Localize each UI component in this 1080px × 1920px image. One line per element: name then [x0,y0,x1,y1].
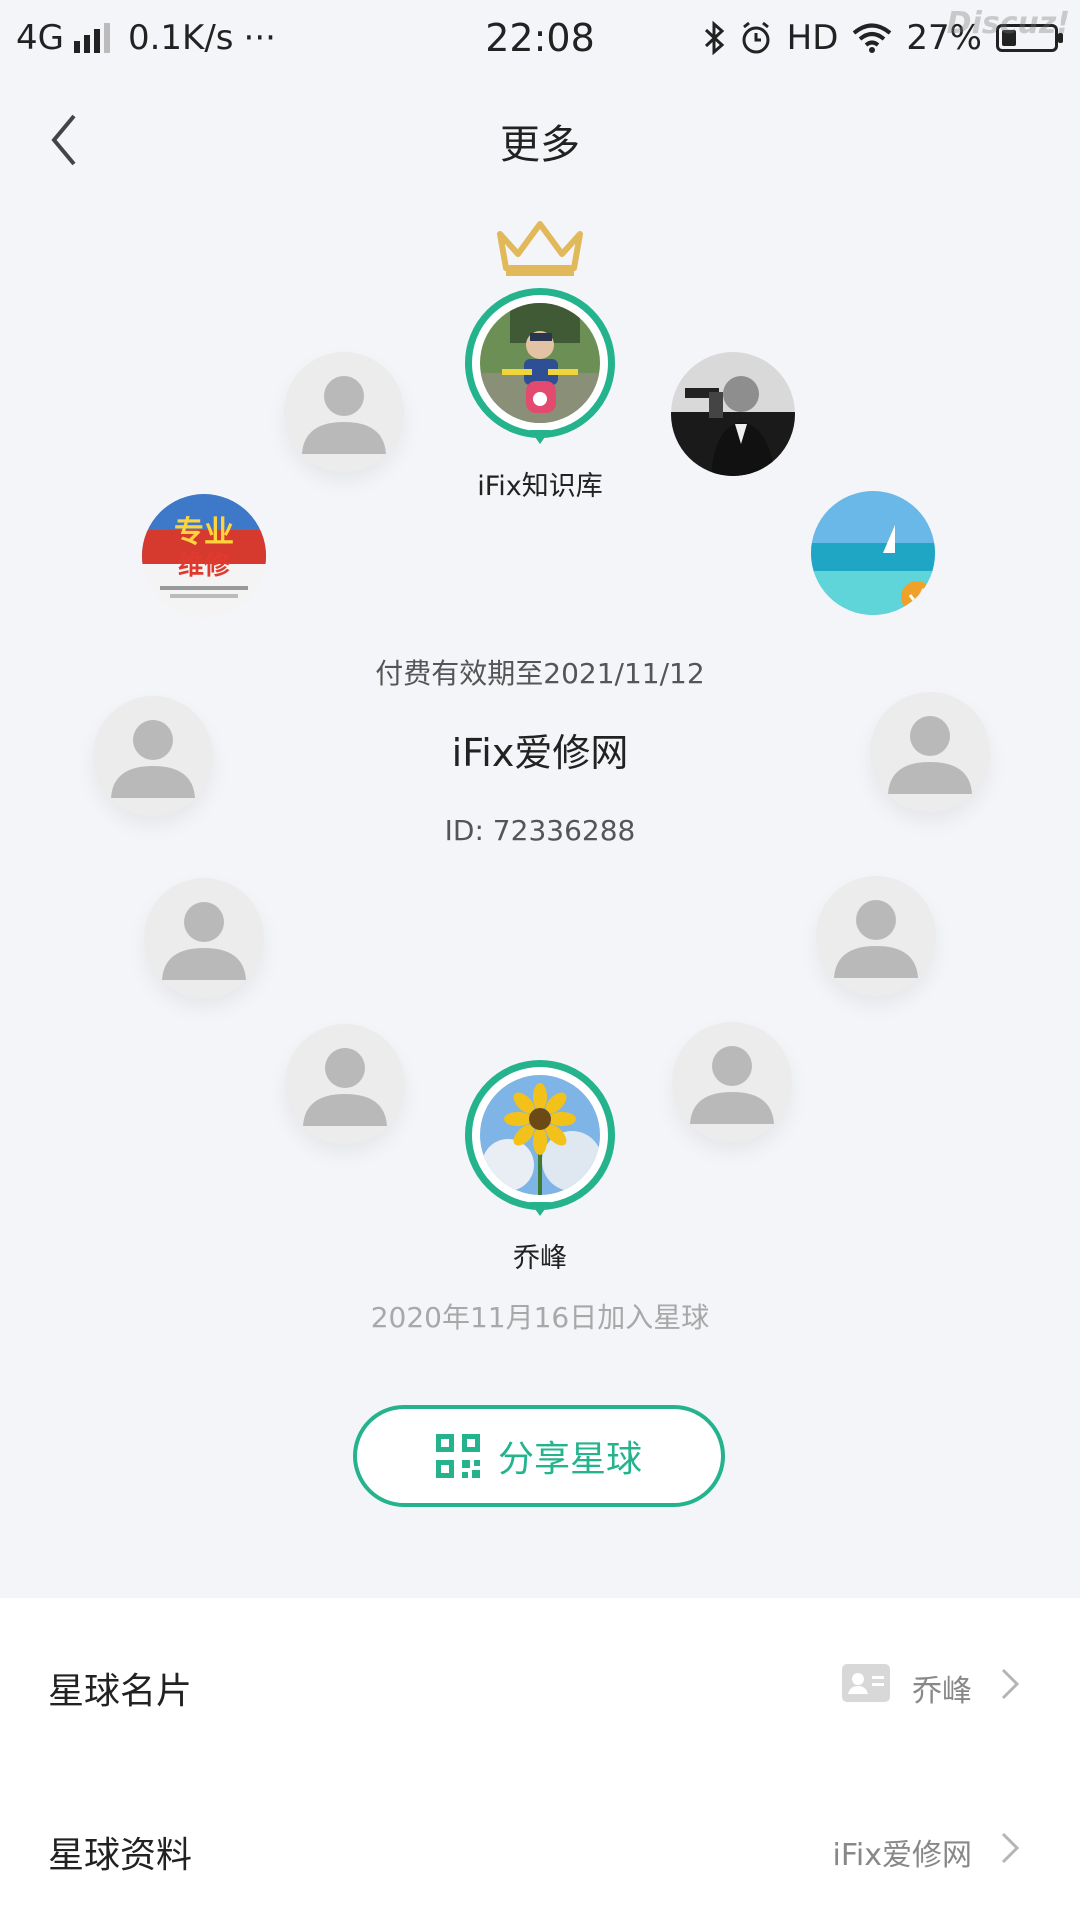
avatar-placeholder[interactable] [870,692,990,812]
id-card-icon [842,1664,890,1702]
svg-text:维修: 维修 [178,550,231,581]
member-avatar-beach[interactable] [811,491,935,615]
group-card-row[interactable]: 星球名片 乔峰 [0,1622,1080,1742]
group-name: iFix爱修网 [451,731,629,775]
qr-code-icon [435,1434,480,1478]
owner-pointer [530,430,550,444]
watermark: Discuz! [946,6,1070,41]
owner-name: iFix知识库 [477,471,603,502]
owner-avatar[interactable] [465,288,615,444]
row-value: iFix爱修网 [832,1838,973,1873]
bluetooth-icon [704,21,724,55]
wifi-icon [853,23,892,53]
status-bar: 4G 0.1K/s ··· 22:08 HD 27% Discuz! [0,0,1080,80]
row-value: 乔峰 [912,1674,972,1709]
avatar-placeholder[interactable] [284,352,404,472]
avatar-placeholder[interactable] [285,1024,405,1144]
settings-panel: 星球名片 乔峰 星球资料 iFix爱修网 [0,1598,1080,1920]
member-avatar[interactable] [465,1060,615,1216]
page-title: 更多 [500,122,580,168]
avatar-placeholder[interactable] [93,696,213,816]
avatar-placeholder[interactable] [144,878,264,998]
group-profile-row[interactable]: 星球资料 iFix爱修网 [0,1786,1080,1906]
member-avatar-agent[interactable] [671,352,795,476]
paid-until: 付费有效期至2021/11/12 [375,657,705,690]
row-label: 星球资料 [48,1835,193,1876]
member-pointer [530,1202,550,1216]
chevron-right-icon [1001,1668,1020,1700]
member-name: 乔峰 [513,1243,567,1274]
member-avatar-photo [480,1075,600,1195]
share-group-label: 分享星球 [497,1439,642,1480]
avatar-placeholder[interactable] [672,1022,792,1142]
owner-avatar-photo [480,303,600,423]
crown-icon [497,221,583,276]
group-id: ID: 72336288 [444,814,636,847]
joined-date: 2020年11月16日加入星球 [370,1301,710,1334]
row-label: 星球名片 [48,1671,193,1712]
share-group-button[interactable]: 分享星球 [353,1405,725,1507]
avatar-placeholder[interactable] [816,876,936,996]
svg-text:专业: 专业 [174,515,234,550]
chevron-right-icon [1001,1832,1020,1864]
alarm-icon [742,21,770,54]
member-avatar-repair[interactable]: 专业 维修 [142,494,266,618]
hd-label: HD [786,18,839,58]
